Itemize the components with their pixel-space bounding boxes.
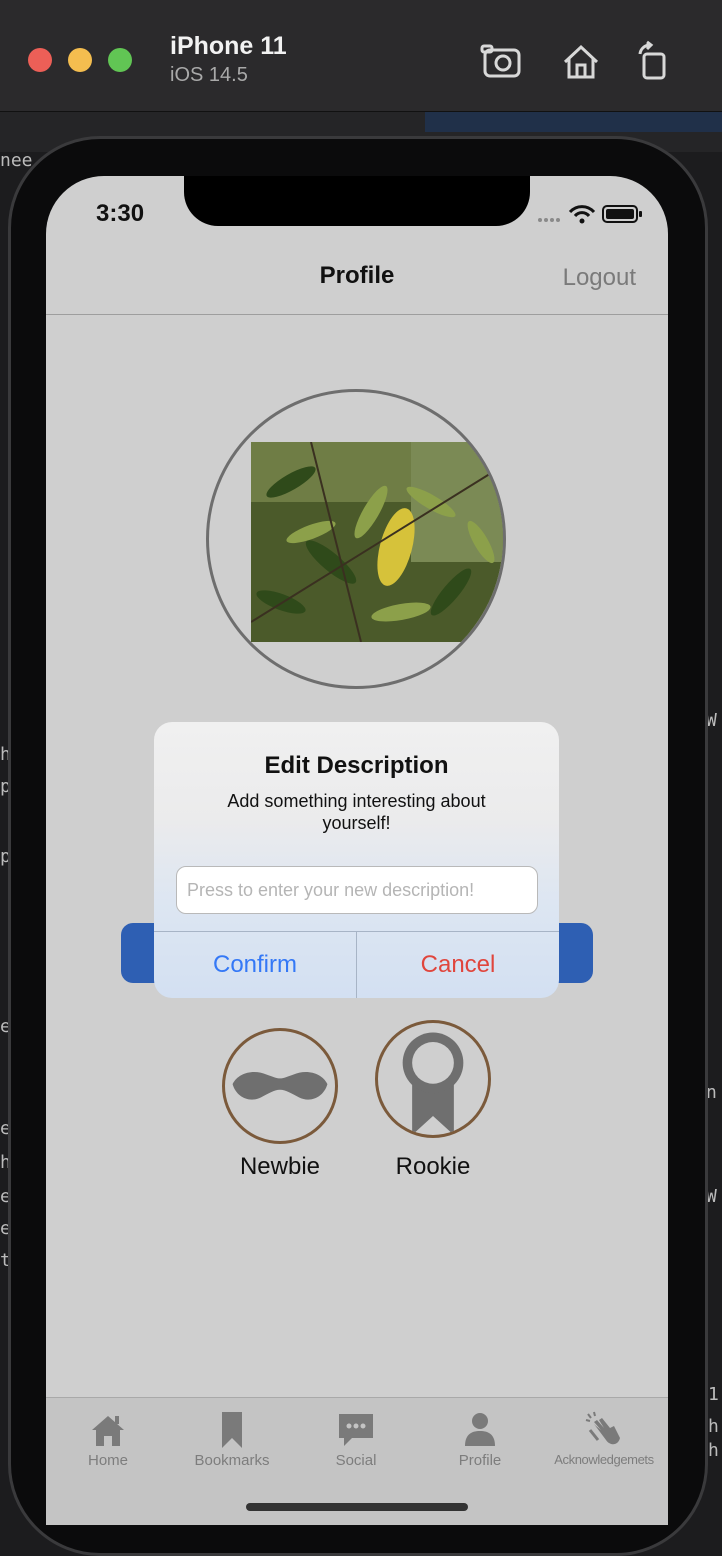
badge-label-newbie: Newbie: [239, 1153, 321, 1180]
background-text: nee: [0, 150, 33, 171]
alert-title: Edit Description: [264, 752, 449, 779]
tab-home[interactable]: Home: [46, 1410, 170, 1469]
battery-icon: [602, 205, 642, 223]
close-window-button[interactable]: [28, 48, 52, 72]
home-icon: [92, 1416, 124, 1446]
screenshot-icon[interactable]: [480, 40, 524, 84]
home-indicator[interactable]: [246, 1503, 468, 1511]
tab-bookmarks[interactable]: Bookmarks: [170, 1410, 294, 1469]
tab-label: Bookmarks: [194, 1452, 270, 1469]
minimize-window-button[interactable]: [68, 48, 92, 72]
signal-icon: [538, 218, 560, 222]
tab-label: Profile: [458, 1452, 502, 1469]
description-input[interactable]: [176, 866, 538, 914]
background-text: h: [708, 1416, 719, 1437]
clapping-hands-icon: [585, 1411, 620, 1445]
badge-newbie[interactable]: [222, 1028, 338, 1144]
cancel-button[interactable]: Cancel: [357, 931, 559, 998]
badge-label-rookie: Rookie: [395, 1153, 471, 1180]
zoom-window-button[interactable]: [108, 48, 132, 72]
wifi-icon: [568, 205, 596, 218]
status-icons: [536, 200, 646, 228]
person-icon: [465, 1413, 495, 1446]
tab-label: Social: [335, 1452, 377, 1469]
alert-message: Add something interesting about yourself…: [227, 791, 486, 833]
notch: [184, 176, 530, 226]
nav-divider: [46, 314, 668, 315]
avatar-photo: [251, 442, 503, 642]
badge-rookie[interactable]: [375, 1020, 491, 1138]
home-icon[interactable]: [559, 40, 603, 84]
edit-description-alert: Edit Description Add something interesti…: [154, 722, 559, 998]
bookmark-icon: [222, 1412, 242, 1448]
tab-label: Home: [87, 1452, 128, 1469]
mustache-icon: [232, 1072, 328, 1100]
avatar[interactable]: [206, 389, 506, 689]
tab-acknowledgements[interactable]: Acknowledgemets: [542, 1410, 666, 1467]
background-editor-highlight: [425, 112, 722, 132]
ribbon-icon: [402, 1032, 464, 1135]
logout-button[interactable]: Logout: [563, 264, 636, 292]
rotate-icon[interactable]: [632, 40, 676, 84]
tab-profile[interactable]: Profile: [418, 1410, 542, 1469]
status-time: 3:30: [96, 200, 145, 227]
os-version: iOS 14.5: [170, 64, 248, 86]
tab-social[interactable]: Social: [294, 1410, 418, 1469]
simulator-title-bar: iPhone 11 iOS 14.5: [0, 0, 722, 112]
background-text: 1: [708, 1384, 719, 1405]
tab-label: Acknowledgemets: [554, 1452, 654, 1467]
device-name: iPhone 11: [170, 32, 287, 60]
chat-icon: [339, 1414, 373, 1446]
confirm-button[interactable]: Confirm: [154, 931, 356, 998]
background-text: h: [708, 1440, 719, 1461]
